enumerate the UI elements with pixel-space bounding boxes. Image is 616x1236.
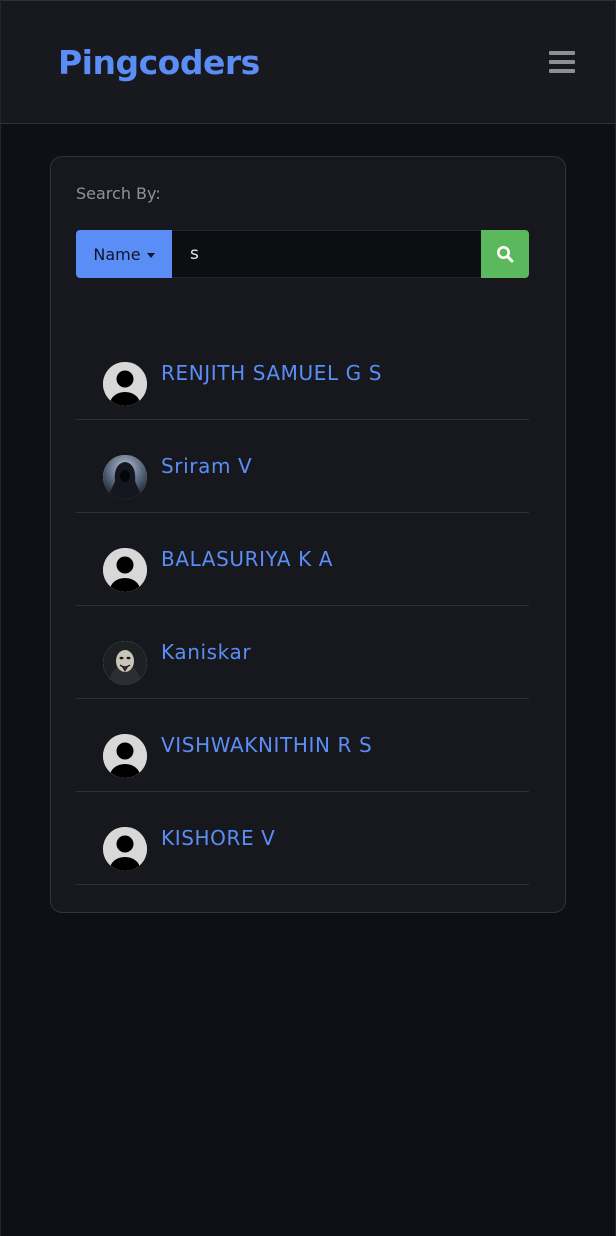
default-user-icon — [103, 734, 147, 778]
result-item[interactable]: Kaniskar — [76, 606, 529, 699]
result-item[interactable]: Sriram V — [76, 420, 529, 513]
result-name-link[interactable]: VISHWAKNITHIN R S — [161, 733, 372, 757]
search-button[interactable] — [481, 230, 529, 278]
result-item[interactable]: KISHORE V — [76, 792, 529, 885]
masked-face-avatar — [103, 641, 147, 685]
search-filter-dropdown[interactable]: Name — [76, 230, 172, 278]
navbar: Pingcoders — [1, 0, 615, 124]
search-input[interactable] — [172, 230, 481, 278]
hamburger-menu-icon[interactable] — [549, 51, 575, 75]
search-card: Search By: Name s RENJITH SAMUEL G S Sri… — [50, 156, 566, 913]
result-item[interactable]: RENJITH SAMUEL G S — [76, 327, 529, 420]
caret-down-icon — [146, 252, 155, 258]
result-name-link[interactable]: RENJITH SAMUEL G S — [161, 361, 382, 385]
hooded-figure-avatar — [103, 455, 147, 499]
result-item[interactable]: VISHWAKNITHIN R S — [76, 699, 529, 792]
search-group: Name — [76, 230, 529, 278]
result-name-link[interactable]: KISHORE V — [161, 826, 275, 850]
search-by-label: Search By: — [76, 184, 161, 203]
result-name-link[interactable]: BALASURIYA K A — [161, 547, 333, 571]
page: Pingcoders Search By: Name s RENJITH SAM… — [0, 0, 616, 1236]
brand-logo[interactable]: Pingcoders — [58, 43, 260, 82]
results-list: RENJITH SAMUEL G S Sriram V BALASURIYA K… — [76, 327, 529, 885]
result-name-link[interactable]: Kaniskar — [161, 640, 251, 664]
search-filter-label: Name — [93, 244, 141, 264]
default-user-icon — [103, 827, 147, 871]
result-item[interactable]: BALASURIYA K A — [76, 513, 529, 606]
result-name-link[interactable]: Sriram V — [161, 454, 252, 478]
default-user-icon — [103, 548, 147, 592]
search-icon — [497, 246, 514, 263]
default-user-icon — [103, 362, 147, 406]
